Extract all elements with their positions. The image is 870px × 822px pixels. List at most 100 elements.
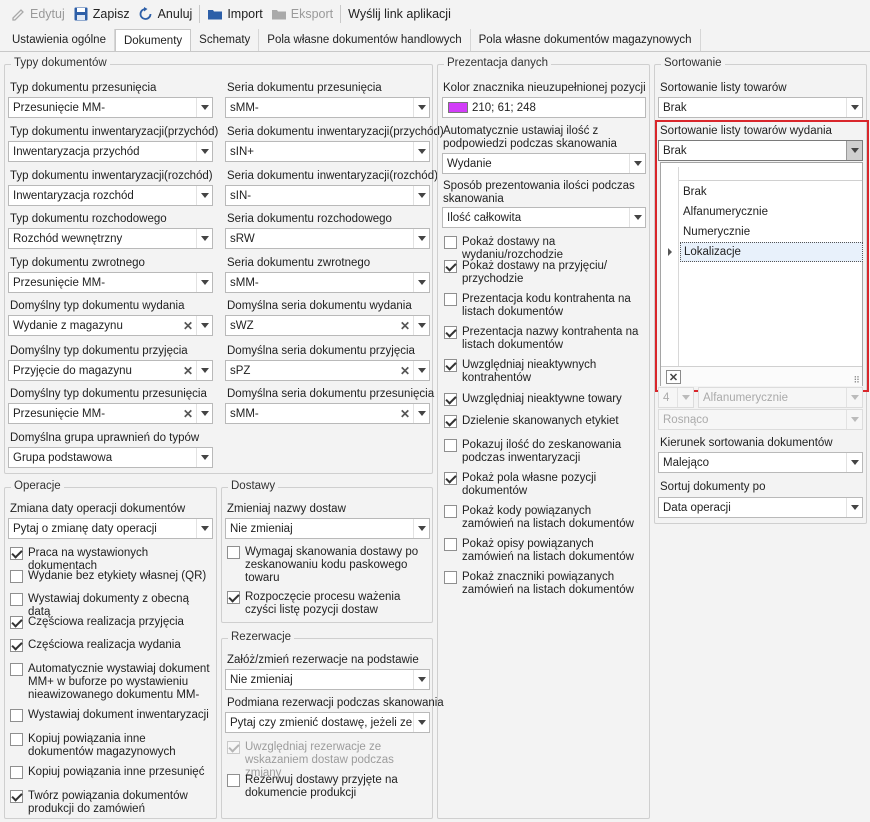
clear-icon[interactable]: ✕ <box>397 316 413 335</box>
chevron-down-icon[interactable] <box>413 142 429 161</box>
chevron-down-icon[interactable] <box>196 519 212 538</box>
clear-icon[interactable]: ✕ <box>180 361 196 380</box>
option-checkbox[interactable]: Wystawiaj dokument inwentaryzacji <box>10 709 210 722</box>
doc-type-select[interactable]: Wydanie z magazynu ✕ <box>8 315 213 336</box>
option-checkbox[interactable]: Wymagaj skanowania dostawy po zeskanowan… <box>227 546 425 585</box>
chevron-down-icon[interactable] <box>413 186 429 205</box>
checkbox-box[interactable] <box>227 591 240 604</box>
option-checkbox[interactable]: Dzielenie skanowanych etykiet <box>444 415 646 428</box>
secondary-sort-select[interactable]: Alfanumerycznie <box>698 387 863 408</box>
chevron-down-icon[interactable] <box>196 361 212 380</box>
chevron-down-icon[interactable] <box>413 519 429 538</box>
reservation-basis-select[interactable]: Nie zmieniaj <box>225 669 430 690</box>
chevron-down-icon[interactable] <box>846 410 862 429</box>
option-checkbox[interactable]: Automatycznie wystawiaj dokument MM+ w b… <box>10 663 210 702</box>
checkbox-box[interactable] <box>10 709 23 722</box>
option-checkbox[interactable]: Pokaż znaczniki powiązanych zamówień na … <box>444 571 646 597</box>
clear-icon[interactable]: ✕ <box>180 316 196 335</box>
option-checkbox[interactable]: Uwzględniaj nieaktywnych kontrahentów <box>444 359 646 385</box>
chevron-down-icon[interactable] <box>846 98 862 117</box>
doc-direction-select[interactable]: Malejąco <box>658 452 863 473</box>
import-button[interactable]: Import <box>203 2 266 26</box>
option-checkbox[interactable]: Kopiuj powiązania inne dokumentów magazy… <box>10 733 210 759</box>
qty-mode-select[interactable]: Ilość całkowita <box>442 207 646 228</box>
doc-type-select[interactable]: Inwentaryzacja rozchód <box>8 185 213 206</box>
option-checkbox[interactable]: Twórz powiązania dokumentów produkcji do… <box>10 790 210 816</box>
tab-documents[interactable]: Dokumenty <box>114 29 192 52</box>
doc-series-select[interactable]: sWZ ✕ <box>225 315 430 336</box>
sort-order-select[interactable]: Rosnąco <box>658 409 863 430</box>
chevron-down-icon[interactable] <box>846 453 862 472</box>
doc-series-select[interactable]: sMM- <box>225 97 430 118</box>
checkbox-box[interactable] <box>10 547 23 560</box>
checkbox-box[interactable] <box>444 472 457 485</box>
save-button[interactable]: Zapisz <box>69 2 134 26</box>
doc-type-select[interactable]: Przesunięcie MM- <box>8 97 213 118</box>
option-checkbox[interactable]: Prezentacja kodu kontrahenta na listach … <box>444 293 646 319</box>
checkbox-box[interactable] <box>444 293 457 306</box>
doc-series-select[interactable]: sIN+ <box>225 141 430 162</box>
doc-series-select[interactable]: sIN- <box>225 185 430 206</box>
chevron-down-icon[interactable] <box>196 316 212 335</box>
checkbox-box[interactable] <box>444 439 457 452</box>
doc-type-select[interactable]: Przyjęcie do magazynu ✕ <box>8 360 213 381</box>
export-button[interactable]: Eksport <box>267 2 337 26</box>
option-checkbox[interactable]: Pokaż dostawy na wydaniu/rozchodzie <box>444 236 646 262</box>
option-checkbox[interactable]: Częściowa realizacja przyjęcia <box>10 616 210 629</box>
date-change-select[interactable]: Pytaj o zmianę daty operacji <box>8 518 213 539</box>
checkbox-box[interactable] <box>10 766 23 779</box>
checkbox-box[interactable] <box>444 260 457 273</box>
checkbox-box[interactable] <box>444 505 457 518</box>
chevron-down-icon[interactable] <box>846 388 862 407</box>
option-checkbox[interactable]: Rezerwuj dostawy przyjęte na dokumencie … <box>227 774 425 800</box>
checkbox-box[interactable] <box>10 616 23 629</box>
doc-series-select[interactable]: sRW <box>225 228 430 249</box>
checkbox-box[interactable] <box>444 359 457 372</box>
chevron-down-icon[interactable] <box>196 404 212 423</box>
chevron-down-icon[interactable] <box>413 316 429 335</box>
chevron-down-icon[interactable] <box>413 361 429 380</box>
checkbox-box[interactable] <box>10 570 23 583</box>
checkbox-box[interactable] <box>227 546 240 559</box>
send-link-button[interactable]: Wyślij link aplikacji <box>344 2 455 26</box>
checkbox-box[interactable] <box>444 571 457 584</box>
tab-custom-fields-trade[interactable]: Pola własne dokumentów handlowych <box>259 29 471 51</box>
edit-button[interactable]: Edytuj <box>6 2 69 26</box>
doc-type-select[interactable]: Przesunięcie MM- ✕ <box>8 403 213 424</box>
tab-custom-fields-warehouse[interactable]: Pola własne dokumentów magazynowych <box>471 29 701 51</box>
doc-type-select[interactable]: Inwentaryzacja przychód <box>8 141 213 162</box>
clear-icon[interactable]: ✕ <box>180 404 196 423</box>
product-sort-select[interactable]: Brak <box>658 97 863 118</box>
chevron-down-icon[interactable] <box>196 448 212 467</box>
auto-qty-select[interactable]: Wydanie <box>442 153 646 174</box>
chevron-down-icon[interactable] <box>196 186 212 205</box>
checkbox-box[interactable] <box>10 639 23 652</box>
checkbox-box[interactable] <box>10 790 23 803</box>
doc-series-select[interactable]: sPZ ✕ <box>225 360 430 381</box>
checkbox-box[interactable] <box>444 236 457 249</box>
option-checkbox[interactable]: Pokaż opisy powiązanych zamówień na list… <box>444 538 646 564</box>
chevron-down-icon[interactable] <box>629 154 645 173</box>
checkbox-box[interactable] <box>10 733 23 746</box>
sort-level-stepper[interactable]: 4 <box>658 387 694 408</box>
option-checkbox[interactable]: Wydanie bez etykiety własnej (QR) <box>10 570 210 583</box>
option-checkbox[interactable]: Rozpoczęcie procesu ważenia czyści listę… <box>227 591 425 617</box>
option-checkbox[interactable]: Prezentacja nazwy kontrahenta na listach… <box>444 326 646 352</box>
option-checkbox[interactable]: Pokaż kody powiązanych zamówień na lista… <box>444 505 646 531</box>
chevron-down-icon[interactable] <box>196 142 212 161</box>
doc-type-select[interactable]: Przesunięcie MM- <box>8 272 213 293</box>
chevron-down-icon[interactable] <box>677 388 693 407</box>
chevron-down-icon[interactable] <box>413 98 429 117</box>
chevron-down-icon[interactable] <box>846 498 862 517</box>
marker-color-picker[interactable]: 210; 61; 248 <box>442 97 646 118</box>
option-checkbox[interactable]: Pokaż dostawy na przyjęciu/ przychodzie <box>444 260 646 286</box>
checkbox-box[interactable] <box>227 741 240 754</box>
doc-series-select[interactable]: sMM- <box>225 272 430 293</box>
tab-general-settings[interactable]: Ustawienia ogólne <box>4 29 115 51</box>
checkbox-box[interactable] <box>444 393 457 406</box>
doc-series-select[interactable]: sMM- ✕ <box>225 403 430 424</box>
checkbox-box[interactable] <box>10 663 23 676</box>
option-checkbox[interactable]: Kopiuj powiązania inne przesunięć <box>10 766 210 779</box>
clear-icon[interactable]: ✕ <box>397 404 413 423</box>
option-checkbox[interactable]: Uwzględniaj nieaktywne towary <box>444 393 646 406</box>
